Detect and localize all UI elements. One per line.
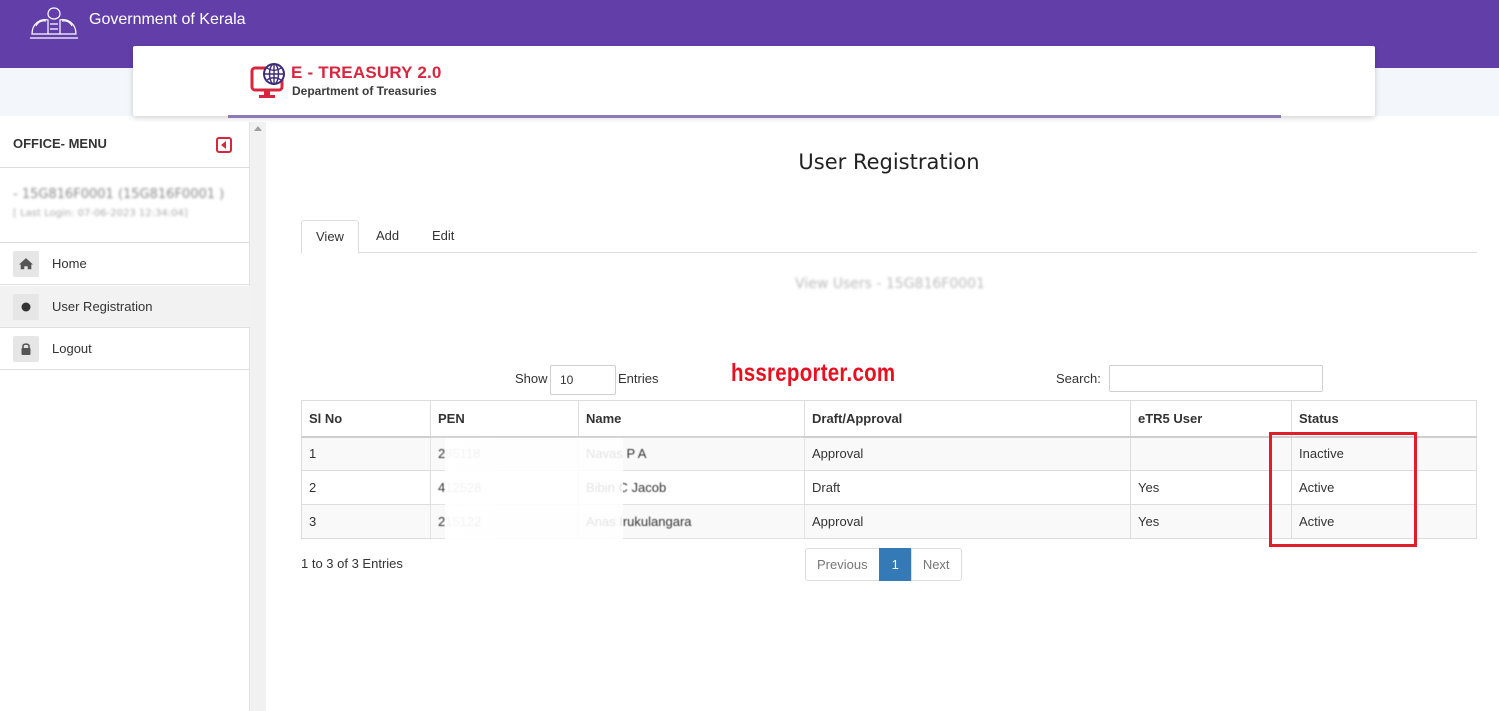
scroll-up-icon[interactable] <box>254 126 262 131</box>
page-1-button[interactable]: 1 <box>878 548 912 581</box>
cell-sl-no: 2 <box>301 470 431 505</box>
office-sidebar: OFFICE- MENU - 15G816F0001 (15G816F0001 … <box>0 122 250 711</box>
sidebar-item-label: Home <box>52 256 87 271</box>
sidebar-item-label: Logout <box>52 341 92 356</box>
cell-etr5-user <box>1130 436 1292 471</box>
sidebar-item-home[interactable]: Home <box>0 243 250 285</box>
status-highlight-box <box>1269 432 1417 547</box>
etreasury-logo-icon <box>250 63 285 98</box>
table-info: 1 to 3 of 3 Entries <box>301 556 403 571</box>
column-header-pen[interactable]: PEN <box>430 400 579 438</box>
cell-sl-no: 3 <box>301 504 431 539</box>
cell-draft-approval: Approval <box>804 504 1131 539</box>
circle-icon <box>13 294 39 320</box>
page-title: User Registration <box>798 150 980 174</box>
sidebar-item-logout[interactable]: Logout <box>0 328 250 370</box>
redaction-overlay <box>445 438 623 540</box>
search-label: Search: <box>1056 371 1101 386</box>
sidebar-scrollbar[interactable] <box>250 122 266 711</box>
show-label: Show <box>515 371 548 386</box>
cell-draft-approval: Approval <box>804 436 1131 471</box>
logo-card: E - TREASURY 2.0 Department of Treasurie… <box>133 46 1375 118</box>
sidebar-item-label: User Registration <box>52 299 153 314</box>
watermark-text: hssreporter.com <box>731 359 896 387</box>
column-header-etr5-user[interactable]: eTR5 User <box>1130 400 1292 438</box>
next-page-button[interactable]: Next <box>910 548 962 581</box>
lock-icon <box>13 336 39 362</box>
sidebar-item-user-registration[interactable]: User Registration <box>0 286 250 328</box>
cell-etr5-user: Yes <box>1130 504 1292 539</box>
cell-draft-approval: Draft <box>804 470 1131 505</box>
logo-underline <box>228 115 1281 118</box>
search-input[interactable] <box>1109 365 1323 392</box>
previous-page-button[interactable]: Previous <box>805 548 880 581</box>
column-header-sl-no[interactable]: Sl No <box>301 400 431 438</box>
cell-etr5-user: Yes <box>1130 470 1292 505</box>
entries-label: Entries <box>618 371 659 386</box>
logo-subtitle: Department of Treasuries <box>292 84 437 98</box>
column-header-draft-approval[interactable]: Draft/Approval <box>804 400 1131 438</box>
cell-sl-no: 1 <box>301 436 431 471</box>
last-login: [ Last Login: 07-06-2023 12:34:04] <box>13 208 188 219</box>
column-header-name[interactable]: Name <box>578 400 805 438</box>
home-icon <box>13 251 39 277</box>
government-title: Government of Kerala <box>89 11 246 28</box>
collapse-sidebar-icon[interactable] <box>216 137 232 153</box>
entries-per-page-input[interactable]: 10 <box>550 365 616 395</box>
sidebar-title: OFFICE- MENU <box>13 136 107 151</box>
tab-edit[interactable]: Edit <box>418 220 468 253</box>
tab-bar: View Add Edit <box>301 220 1477 254</box>
pagination: Previous 1 Next <box>805 548 962 581</box>
logo-title: E - TREASURY 2.0 <box>291 63 442 82</box>
sidebar-divider <box>0 167 250 168</box>
tab-view[interactable]: View <box>301 220 359 254</box>
tab-add[interactable]: Add <box>362 220 413 253</box>
office-code: - 15G816F0001 (15G816F0001 ) <box>13 187 225 202</box>
kerala-emblem-icon <box>30 7 78 39</box>
view-users-heading: View Users - 15G816F0001 <box>795 276 985 292</box>
